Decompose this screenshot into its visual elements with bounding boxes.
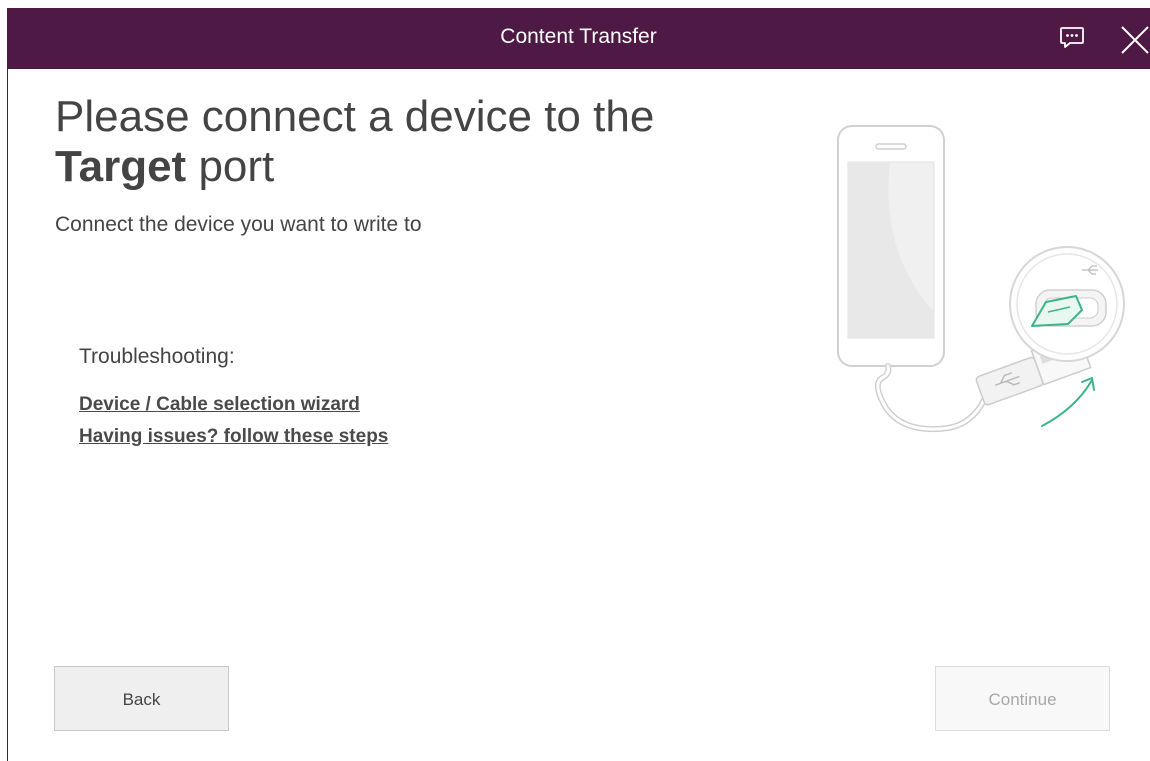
title-bar: Content Transfer: [7, 8, 1150, 69]
page-title: Please connect a device to the Target po…: [55, 92, 775, 192]
having-issues-link[interactable]: Having issues? follow these steps: [79, 426, 388, 448]
back-button[interactable]: Back: [54, 666, 229, 731]
page-subtitle: Connect the device you want to write to: [55, 213, 422, 236]
cable-selection-wizard-link[interactable]: Device / Cable selection wizard: [79, 394, 360, 416]
window-title: Content Transfer: [500, 25, 657, 48]
window-border: [7, 8, 8, 761]
content-transfer-window: Content Transfer Please connect a device…: [0, 0, 1150, 761]
feedback-icon: [1060, 27, 1084, 48]
page-title-port: port: [186, 142, 275, 191]
close-button[interactable]: [1118, 24, 1150, 54]
continue-button[interactable]: Continue: [935, 666, 1110, 731]
troubleshooting-label: Troubleshooting:: [79, 345, 235, 368]
feedback-button[interactable]: [1058, 24, 1086, 52]
page-title-target: Target: [55, 142, 187, 191]
page-title-line1: Please connect a device to the: [55, 92, 655, 141]
phone-usb-illustration: [820, 112, 1140, 452]
close-icon: [1121, 26, 1149, 54]
